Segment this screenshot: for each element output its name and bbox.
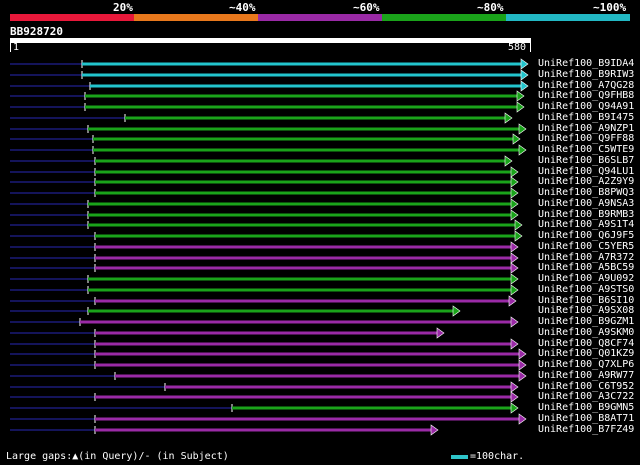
hit-arrow-icon [510, 187, 519, 199]
hit-label-link[interactable]: UniRef100_C5YER5 [538, 241, 634, 252]
hit-label-link[interactable]: UniRef100_Q7XLP6 [538, 359, 634, 370]
hit-label-link[interactable]: UniRef100_B8AT71 [538, 413, 634, 424]
hit-arrow-icon [510, 273, 519, 285]
scale-text: =100char. [470, 451, 525, 462]
hit-arrow-icon [514, 219, 523, 231]
hit-label-link[interactable]: UniRef100_C5WTE9 [538, 144, 634, 155]
hit-label-link[interactable]: UniRef100_A9S1T4 [538, 219, 634, 230]
hit-label-link[interactable]: UniRef100_B9I475 [538, 112, 634, 123]
hit-label-link[interactable]: UniRef100_Q9FHB8 [538, 90, 634, 101]
hit-arrow-icon [504, 112, 513, 124]
hit-arrow-icon [520, 58, 529, 70]
hit-arrow-icon [518, 144, 527, 156]
hit-arrow-icon [518, 370, 527, 382]
scale-bar [451, 455, 468, 459]
hit-label-link[interactable]: UniRef100_A9STS0 [538, 284, 634, 295]
hit-arrow-icon [518, 123, 527, 135]
hit-label-link[interactable]: UniRef100_Q94A91 [538, 101, 634, 112]
hit-arrow-icon [516, 90, 525, 102]
hit-arrow-icon [520, 69, 529, 81]
hit-label-link[interactable]: UniRef100_B9GZM1 [538, 316, 634, 327]
hit-label-link[interactable]: UniRef100_Q6J9F5 [538, 230, 634, 241]
hit-arrow-icon [510, 381, 519, 393]
hit-arrow-icon [510, 252, 519, 264]
hit-label-link[interactable]: UniRef100_B8PWQ3 [538, 187, 634, 198]
hit-label-link[interactable]: UniRef100_Q9FF88 [538, 133, 634, 144]
hit-label-link[interactable]: UniRef100_A9SKM0 [538, 327, 634, 338]
hit-arrow-icon [518, 359, 527, 371]
hit-arrow-icon [514, 230, 523, 242]
hit-label-link[interactable]: UniRef100_A9NSA3 [538, 198, 634, 209]
hit-label-link[interactable]: UniRef100_B7FZ49 [538, 424, 634, 435]
hit-label-link[interactable]: UniRef100_B9IDA4 [538, 58, 634, 69]
hit-arrow-icon [510, 391, 519, 403]
hit-arrow-icon [510, 166, 519, 178]
hit-label-link[interactable]: UniRef100_B6SLB7 [538, 155, 634, 166]
hit-arrow-icon [452, 305, 461, 317]
hit-arrow-icon [504, 155, 513, 167]
hit-arrow-icon [510, 262, 519, 274]
hit-label-link[interactable]: UniRef100_Q01KZ9 [538, 348, 634, 359]
hit-arrow-icon [510, 316, 519, 328]
hit-arrow-icon [510, 241, 519, 253]
hit-arrow-icon [436, 327, 445, 339]
hit-arrow-icon [518, 413, 527, 425]
hit-arrow-icon [508, 295, 517, 307]
hit-arrow-icon [510, 198, 519, 210]
hit-arrow-icon [430, 424, 439, 436]
blast-graphic-overview: 20% ~40% ~60% ~80% ~100% BB928720 1 580 … [0, 0, 640, 465]
hit-label-link[interactable]: UniRef100_A2Z9Y9 [538, 176, 634, 187]
hit-label-link[interactable]: UniRef100_B9RIW3 [538, 69, 634, 80]
hit-arrow-icon [510, 284, 519, 296]
gaps-legend-text: Large gaps:▲(in Query)/- (in Subject) [6, 451, 229, 462]
hit-arrow-icon [516, 101, 525, 113]
hit-arrow-icon [510, 402, 519, 414]
hit-label-link[interactable]: UniRef100_A9SX08 [538, 305, 634, 316]
hit-label-link[interactable]: UniRef100_A9RW77 [538, 370, 634, 381]
hit-arrow-icon [510, 338, 519, 350]
hit-label-link[interactable]: UniRef100_A9U092 [538, 273, 634, 284]
hit-arrow-icon [520, 80, 529, 92]
hit-label-link[interactable]: UniRef100_A3C722 [538, 391, 634, 402]
hit-label-link[interactable]: UniRef100_A5BC59 [538, 262, 634, 273]
hit-arrow-icon [512, 133, 521, 145]
hit-label-link[interactable]: UniRef100_B9GMN5 [538, 402, 634, 413]
hit-arrow-icon [518, 348, 527, 360]
hit-arrow-icon [510, 209, 519, 221]
hit-arrow-icon [510, 176, 519, 188]
